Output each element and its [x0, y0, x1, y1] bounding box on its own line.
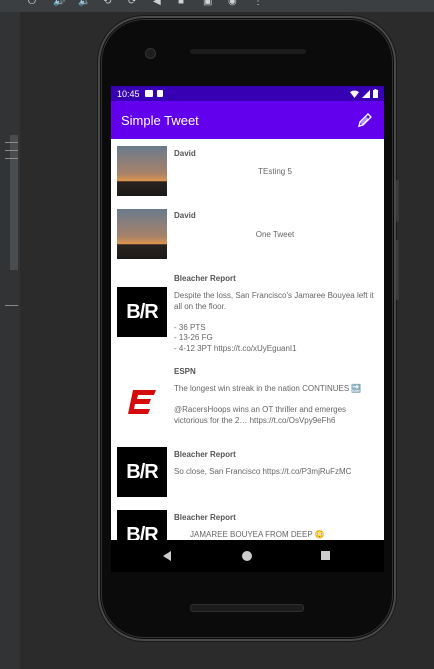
tweet-author: Bleacher Report — [174, 274, 236, 283]
avatar — [117, 146, 167, 196]
bottom-speaker — [190, 604, 304, 612]
camera-icon[interactable]: ▣ — [203, 0, 214, 7]
signal-icon — [362, 89, 370, 98]
tweet-body: The longest win streak in the nation CON… — [174, 384, 362, 425]
tweet-body: TEsting 5 — [258, 167, 292, 176]
tweet-body: Despite the loss, San Francisco's Jamare… — [174, 291, 374, 353]
tweet-author: ESPN — [174, 367, 196, 376]
pencil-icon[interactable] — [356, 111, 374, 129]
tweet-author: Bleacher Report — [174, 450, 236, 459]
nav-recents-icon[interactable] — [321, 551, 330, 560]
volume-button[interactable] — [396, 240, 399, 300]
avatar — [117, 377, 167, 427]
nav-back-icon[interactable] — [163, 551, 171, 561]
avatar: B/R — [117, 510, 167, 540]
tweet-body: One Tweet — [255, 230, 295, 239]
navigation-bar — [111, 540, 384, 572]
more-icon[interactable]: ⋮ — [253, 0, 264, 7]
tweet-author: Bleacher Report — [174, 513, 236, 522]
power-icon[interactable]: ⏻ — [28, 0, 39, 7]
volume-up-icon[interactable]: 🔊 — [53, 0, 65, 7]
rotate-left-icon[interactable]: ⟲ — [103, 0, 114, 7]
espn-logo-icon — [128, 390, 156, 414]
tweet-body: JAMAREE BOUYEA FROM DEEP 😳 — [190, 530, 325, 539]
back-icon[interactable]: ◀ — [153, 0, 164, 7]
nav-home-icon[interactable] — [242, 551, 252, 561]
battery-icon — [373, 89, 378, 98]
play-notification-icon — [144, 90, 153, 97]
rotate-right-icon[interactable]: ⟳ — [128, 0, 139, 7]
app-bar: Simple Tweet — [111, 101, 384, 139]
tweet-body: So close, San Francisco https://t.co/P3m… — [174, 467, 352, 476]
zoom-icon[interactable]: ◉ — [228, 0, 239, 7]
menu-line-icon — [5, 158, 18, 159]
tweet-author: David — [174, 149, 196, 158]
front-camera — [145, 48, 156, 59]
tool-window-rail — [0, 12, 20, 669]
status-time: 10:45 — [117, 88, 140, 99]
avatar: B/R — [117, 447, 167, 497]
status-bar: 10:45 — [111, 86, 384, 101]
sd-card-icon — [156, 90, 163, 97]
earpiece-speaker — [190, 49, 306, 54]
app-title: Simple Tweet — [121, 112, 199, 128]
menu-line-icon — [5, 142, 18, 143]
avatar: B/R — [117, 287, 167, 337]
scroll-thumb[interactable] — [10, 135, 18, 270]
tweet-author: David — [174, 211, 196, 220]
wifi-icon — [350, 90, 359, 98]
stop-icon[interactable]: ■ — [178, 0, 189, 7]
divider — [5, 305, 18, 306]
volume-down-icon[interactable]: 🔉 — [78, 0, 90, 7]
emulator-toolbar: ⏻ 🔊 🔉 ⟲ ⟳ ◀ ■ ▣ ◉ ⋮ — [0, 0, 434, 12]
device-screen: 10:45 Simple Tweet David TEsting 5 David… — [111, 86, 384, 540]
menu-line-icon — [5, 150, 18, 151]
avatar — [117, 209, 167, 259]
power-button[interactable] — [396, 180, 399, 222]
